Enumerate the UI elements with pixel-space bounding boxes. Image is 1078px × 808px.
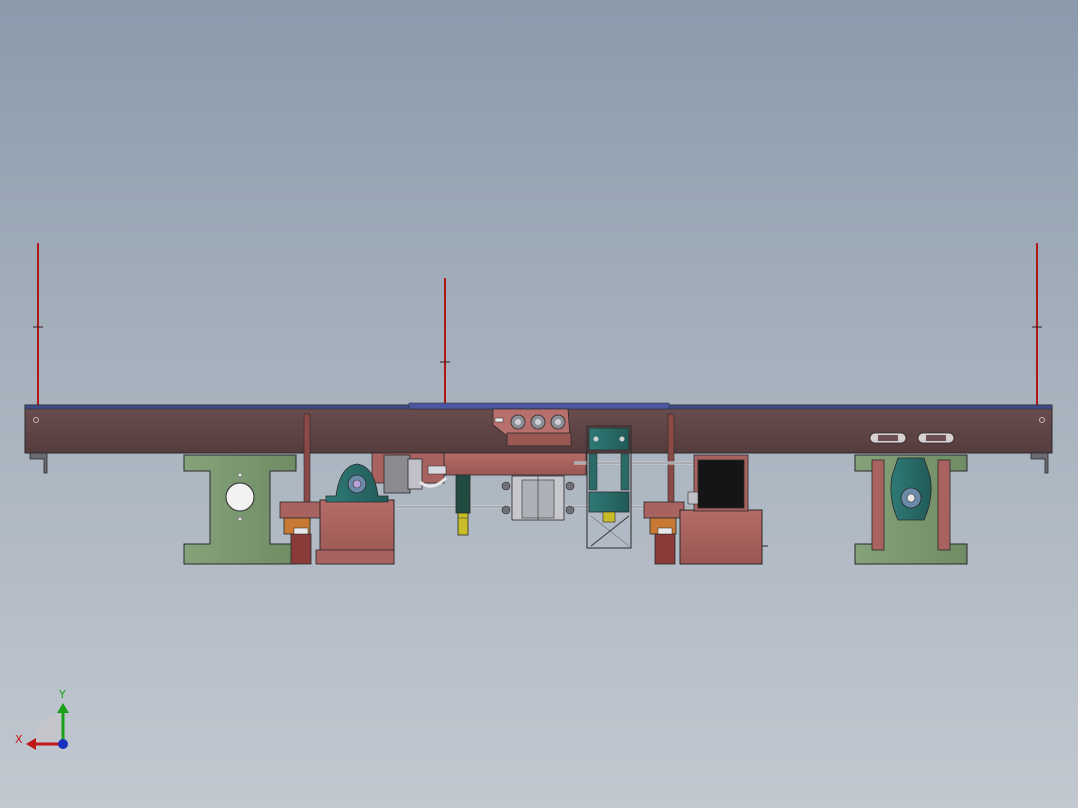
beam-slot-right xyxy=(917,432,955,444)
sensor-rod-left xyxy=(33,243,43,406)
support-bracket-right[interactable] xyxy=(854,454,968,565)
triad-x-label: X xyxy=(15,733,23,746)
support-bracket-left[interactable] xyxy=(183,454,297,565)
conveyor-assembly-model[interactable] xyxy=(0,0,1078,808)
motor-mount[interactable] xyxy=(679,454,768,565)
sensor-rod-right xyxy=(1032,243,1042,406)
xyz-axis-triad-icon xyxy=(26,703,69,750)
triad-y-label: Y xyxy=(59,688,66,701)
beam-slot-left xyxy=(869,432,907,444)
clamp-assembly[interactable] xyxy=(501,475,575,521)
linear-slider-right[interactable] xyxy=(643,501,685,565)
cad-viewport[interactable]: X Y xyxy=(0,0,1078,808)
sensor-rod-center xyxy=(440,278,450,406)
pneumatic-cylinder[interactable] xyxy=(455,474,471,536)
teal-frame-bracket[interactable] xyxy=(586,425,632,549)
